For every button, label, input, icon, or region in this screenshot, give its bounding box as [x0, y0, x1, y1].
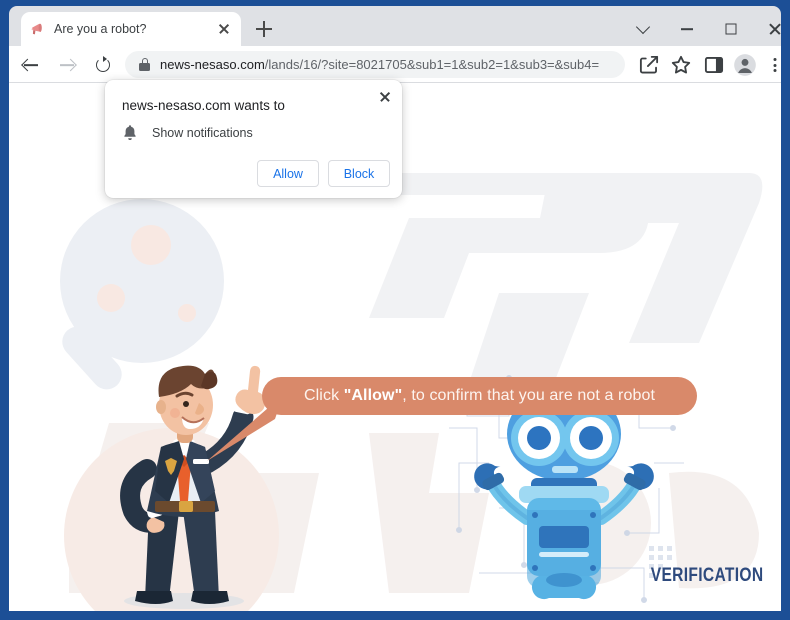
notification-permission-dialog: news-nesaso.com wants to Show notificati…: [105, 80, 402, 198]
lock-body: [139, 63, 150, 71]
pointing-businessman-illustration: [87, 351, 287, 611]
three-dot-menu-icon[interactable]: [762, 52, 788, 78]
dialog-close-icon[interactable]: [374, 86, 396, 108]
menu-dot-2: [773, 63, 777, 67]
share-icon[interactable]: [636, 52, 662, 78]
window-maximize-button[interactable]: [709, 12, 753, 46]
menu-dot-1: [773, 58, 777, 61]
dialog-actions: Allow Block: [257, 160, 390, 187]
url-path: /lands/16/?site=8021705&sub1=1&sub2=1&su…: [264, 57, 600, 72]
tab-close-icon[interactable]: [215, 20, 233, 38]
side-panel-icon[interactable]: [701, 52, 727, 78]
dialog-heading: news-nesaso.com wants to: [122, 98, 285, 113]
dialog-option-label: Show notifications: [152, 125, 253, 140]
tab-strip: Are you a robot?: [9, 6, 781, 46]
block-button[interactable]: Block: [328, 160, 390, 187]
browser-tab[interactable]: Are you a robot?: [21, 12, 241, 46]
forward-arrow-head: [64, 58, 77, 72]
window-close-button[interactable]: [753, 12, 790, 46]
back-button[interactable]: [17, 51, 45, 79]
window-minimize-button[interactable]: [665, 12, 709, 46]
new-tab-button[interactable]: [252, 17, 276, 41]
back-arrow-head: [21, 58, 34, 72]
menu-dot-3: [773, 69, 777, 72]
speech-bubble: Click "Allow", to confirm that you are n…: [262, 377, 697, 415]
browser-window: Are you a robot? news-nesaso.com/lands/1…: [0, 0, 790, 620]
tab-search-chevron-down-icon[interactable]: [621, 12, 665, 46]
bubble-bold-allow: "Allow": [343, 387, 403, 404]
profile-avatar-icon[interactable]: [732, 52, 758, 78]
forward-button[interactable]: [53, 51, 81, 79]
bubble-suffix: , to confirm that you are not a robot: [402, 387, 655, 404]
chevron-down-glyph: [635, 19, 651, 34]
url-text: news-nesaso.com/lands/16/?site=8021705&s…: [160, 57, 599, 72]
dialog-option-row: Show notifications: [122, 124, 253, 141]
reload-button[interactable]: [89, 51, 117, 79]
address-bar[interactable]: news-nesaso.com/lands/16/?site=8021705&s…: [125, 51, 625, 78]
allow-button[interactable]: Allow: [257, 160, 319, 187]
minimize-icon: [681, 28, 693, 30]
lock-icon: [139, 58, 150, 71]
url-host: news-nesaso.com: [160, 57, 265, 72]
tab-title: Are you a robot?: [54, 22, 147, 36]
browser-toolbar: news-nesaso.com/lands/16/?site=8021705&s…: [9, 46, 781, 83]
maximize-icon: [725, 23, 737, 35]
verification-label: VERIFICATION: [650, 565, 763, 586]
speech-bubble-text: Click "Allow", to confirm that you are n…: [304, 387, 655, 405]
bubble-prefix: Click: [304, 387, 344, 404]
star-icon[interactable]: [668, 52, 694, 78]
megaphone-icon: [29, 21, 45, 37]
reload-arrow-head: [103, 56, 107, 62]
bell-icon: [122, 124, 138, 141]
